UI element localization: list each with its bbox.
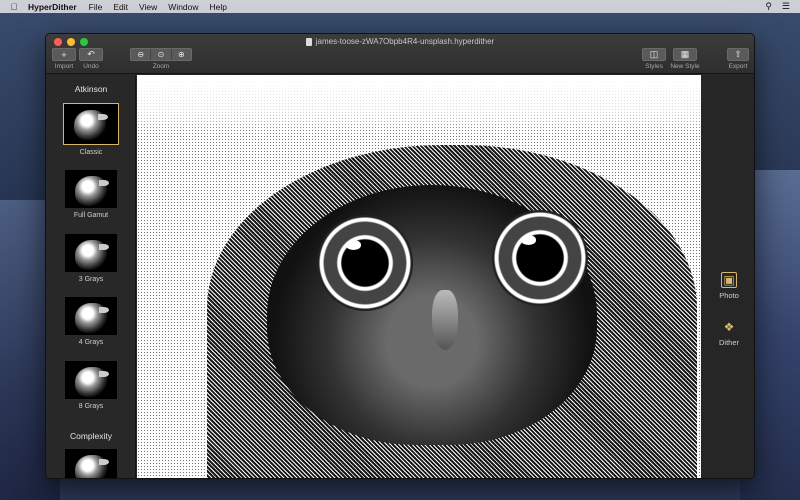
preset-8-grays[interactable]: 8 Grays: [62, 361, 120, 410]
new-style-button[interactable]: ▦: [673, 48, 697, 61]
preset-thumbnail: [65, 170, 117, 208]
preset-thumbnail: [63, 103, 119, 145]
photo-tool[interactable]: ▣ Photo: [702, 272, 754, 300]
zoom-out-button[interactable]: ⊖: [131, 49, 152, 60]
sidebar-icon: ◫: [649, 49, 659, 59]
preset-label: Full Gamut: [73, 212, 109, 219]
section-title-complexity: Complexity: [69, 431, 113, 441]
preset-label: 4 Grays: [78, 339, 104, 346]
photo-icon: ▣: [721, 272, 737, 288]
zoom-label: Zoom: [152, 63, 170, 70]
zoom-out-icon: ⊖: [137, 50, 145, 59]
preset-thumbnail: [65, 361, 117, 399]
menubar:  HyperDither File Edit View Window Help…: [0, 0, 800, 13]
document-icon: [305, 37, 312, 46]
preset-thumbnail: [65, 449, 117, 478]
inspector-panel: ▣ Photo ❖ Dither: [702, 75, 754, 478]
zoom-in-icon: ⊕: [177, 50, 185, 59]
menu-file[interactable]: File: [89, 2, 103, 12]
dither-icon: ❖: [723, 320, 735, 334]
dither-tool[interactable]: ❖ Dither: [702, 319, 754, 347]
titlebar: james-toose-zWA7Obpb4R4-unsplash.hyperdi…: [46, 34, 754, 74]
spotlight-search-icon[interactable]: ⚲: [765, 1, 772, 12]
preset-classic[interactable]: Classic: [62, 103, 120, 156]
preset-thumbnail: [65, 234, 117, 272]
menu-edit[interactable]: Edit: [113, 2, 128, 12]
preset-full-gamut[interactable]: Full Gamut: [62, 170, 120, 219]
plus-icon: +: [61, 49, 67, 60]
new-style-label: New Style: [670, 63, 700, 70]
control-center-icon[interactable]: ☰: [782, 1, 790, 12]
zoom-fit-icon: ⊙: [157, 50, 165, 59]
preset-thumbnail: [65, 297, 117, 335]
preset-label: Classic: [79, 149, 103, 156]
undo-label: Undo: [83, 63, 99, 70]
export-button[interactable]: ⇧: [727, 48, 749, 61]
apple-icon[interactable]: : [0, 2, 28, 12]
owl-beak: [432, 290, 458, 350]
preset-3-grays[interactable]: 3 Grays: [62, 234, 120, 283]
style-sidebar: Atkinson Classic Full Gamut 3 Grays 4 Gr…: [46, 75, 136, 478]
preset-4-grays[interactable]: 4 Grays: [62, 297, 120, 346]
app-window: james-toose-zWA7Obpb4R4-unsplash.hyperdi…: [45, 33, 755, 479]
section-title-atkinson: Atkinson: [74, 84, 108, 94]
menu-view[interactable]: View: [139, 2, 157, 12]
owl-right-eye: [492, 210, 588, 306]
dither-label: Dither: [718, 338, 739, 347]
zoom-control: ⊖ ⊙ ⊕: [130, 48, 192, 61]
image-canvas[interactable]: [137, 75, 701, 478]
window-title-text: james-toose-zWA7Obpb4R4-unsplash.hyperdi…: [315, 37, 495, 46]
share-icon: ⇧: [734, 49, 742, 59]
menu-help[interactable]: Help: [210, 2, 227, 12]
import-button[interactable]: +: [52, 48, 76, 61]
undo-button[interactable]: ↶: [79, 48, 103, 61]
new-style-icon: ▦: [680, 49, 690, 59]
owl-left-eye: [317, 215, 413, 311]
zoom-fit-button[interactable]: ⊙: [151, 49, 172, 60]
window-title: james-toose-zWA7Obpb4R4-unsplash.hyperdi…: [46, 37, 754, 46]
preset-label: 8 Grays: [78, 403, 104, 410]
zoom-in-button[interactable]: ⊕: [172, 49, 191, 60]
photo-label: Photo: [719, 291, 739, 300]
preset-complexity[interactable]: [62, 449, 120, 478]
undo-arrow-icon: ↶: [87, 49, 95, 59]
styles-button[interactable]: ◫: [642, 48, 666, 61]
preset-label: 3 Grays: [78, 276, 104, 283]
export-label: Export: [728, 63, 748, 70]
menu-window[interactable]: Window: [168, 2, 198, 12]
menu-app-name[interactable]: HyperDither: [28, 2, 77, 12]
